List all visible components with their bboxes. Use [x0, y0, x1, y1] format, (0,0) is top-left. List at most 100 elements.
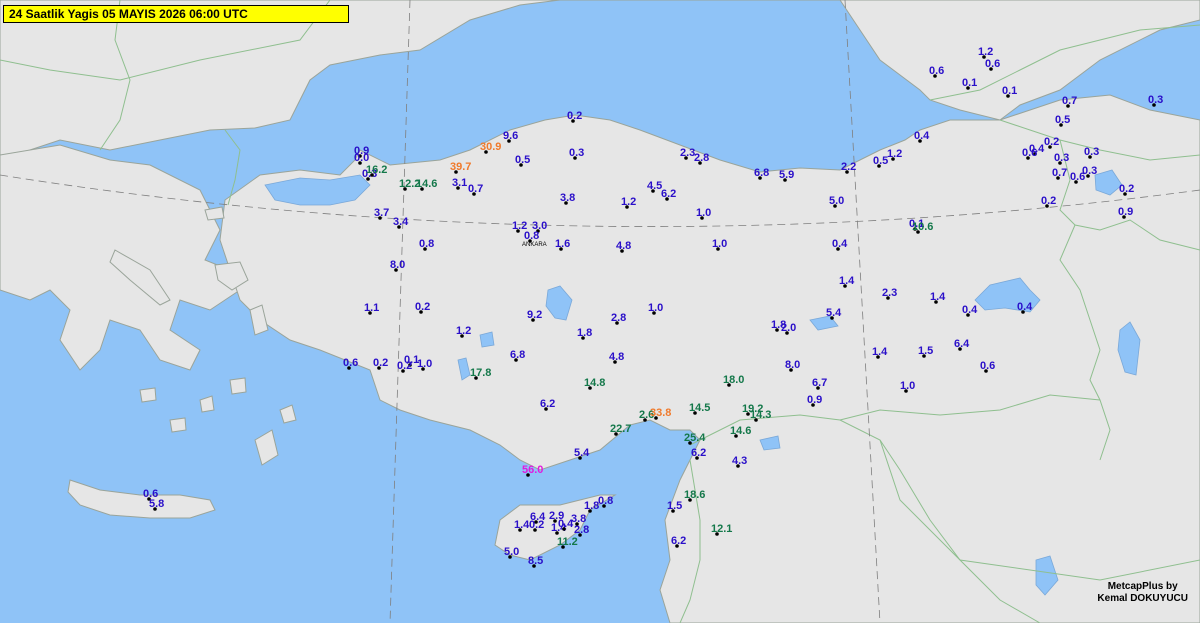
station-value: 6.2	[661, 188, 676, 200]
station-value: 0.0	[354, 152, 369, 164]
station-value: 9.6	[503, 130, 518, 142]
station-value: 14.6	[416, 178, 437, 190]
station-value: 6.4	[954, 338, 970, 350]
station-value: 0.2	[567, 110, 582, 122]
station-96: 14.5	[689, 402, 710, 415]
station-value: 2.0	[781, 322, 796, 334]
station-value: 1.4	[872, 346, 888, 358]
station-80: 0.2	[373, 357, 388, 370]
station-value: 0.2	[415, 301, 430, 313]
station-value: 2.8	[574, 524, 589, 536]
station-value: 1.5	[667, 500, 682, 512]
station-102: 6.2	[691, 447, 706, 460]
station-value: 3.8	[560, 192, 575, 204]
station-value: 2.3	[882, 287, 897, 299]
land-north-black-sea	[0, 0, 561, 161]
station-value: 0.5	[873, 155, 888, 167]
station-64: 0.4	[1017, 301, 1033, 314]
station-19: 0.2	[567, 110, 582, 123]
station-value: 4.8	[609, 351, 624, 363]
station-18: 0.9	[1118, 206, 1133, 219]
station-86: 17.8	[470, 367, 491, 380]
station-34: 0.0	[354, 152, 369, 165]
station-44: 6.2	[661, 188, 676, 201]
station-value: 0.6	[343, 357, 358, 369]
station-value: 0.6	[929, 65, 944, 77]
station-value: 0.2	[373, 357, 388, 369]
station-value: 6.2	[540, 398, 555, 410]
city-label-ankara: ANKARA	[522, 242, 547, 248]
station-23: 0.3	[569, 147, 584, 160]
station-48: 3.4	[393, 216, 409, 229]
station-89: 8.0	[785, 359, 800, 372]
land-island-a	[199, 395, 215, 413]
station-22: 0.5	[515, 154, 530, 167]
station-109: 5.8	[149, 498, 164, 511]
station-value: 0.6	[985, 58, 1000, 70]
station-123: 6.2	[671, 535, 686, 548]
station-26: 2.8	[694, 152, 709, 165]
station-value: 18.0	[723, 374, 744, 386]
station-68: 2.8	[611, 312, 626, 325]
station-25: 2.3	[680, 147, 695, 160]
station-value: 0.1	[962, 77, 977, 89]
station-value: 0.2	[1041, 195, 1056, 207]
station-29: 2.2	[841, 161, 856, 174]
land-island-e	[279, 404, 297, 424]
station-11: 0.6	[1022, 147, 1037, 160]
station-value: 0.1	[1002, 85, 1017, 97]
station-value: 2.8	[694, 152, 709, 164]
station-value: 3.4	[393, 216, 409, 228]
station-77: 6.4	[954, 338, 970, 351]
station-value: 0.7	[468, 183, 483, 195]
station-value: 14.8	[584, 377, 605, 389]
station-112: 1.4	[514, 519, 530, 532]
station-100: 14.6	[730, 425, 751, 438]
station-value: 1.5	[918, 345, 933, 357]
station-124: 12.1	[711, 523, 732, 536]
station-106: 18.6	[684, 489, 705, 502]
station-46: 5.0	[829, 195, 844, 208]
station-31: 1.2	[887, 148, 902, 161]
station-118: 1.8	[584, 500, 599, 513]
station-value: 1.4	[839, 275, 855, 287]
station-value: 0.7	[1062, 95, 1077, 107]
station-value: 4.3	[732, 455, 747, 467]
station-42: 1.2	[621, 196, 636, 209]
station-value: 1.0	[900, 380, 915, 392]
station-84: 6.8	[510, 349, 525, 362]
station-120: 11.2	[557, 536, 578, 549]
station-value: 1.8	[577, 327, 592, 339]
land-rhodes	[254, 429, 279, 466]
station-value: 2.2	[841, 161, 856, 173]
station-value: 14.3	[750, 409, 771, 421]
station-13: 0.7	[1052, 167, 1067, 180]
station-value: 25.4	[684, 432, 706, 444]
station-value: 1.2	[887, 148, 902, 160]
station-2: 0.6	[929, 65, 944, 78]
station-59: 8.0	[390, 259, 405, 272]
station-43: 4.5	[647, 180, 662, 193]
station-83: 1.0	[417, 358, 432, 371]
map-title: 24 Saatlik Yagis 05 MAYIS 2026 06:00 UTC	[3, 5, 349, 23]
station-76: 1.5	[918, 345, 933, 358]
station-113: 0.2	[529, 519, 544, 532]
station-value: 0.3	[1084, 146, 1099, 158]
station-value: 1.2	[621, 196, 636, 208]
station-value: 8.0	[390, 259, 405, 271]
station-87: 14.8	[584, 377, 605, 390]
station-8: 0.3	[1084, 146, 1099, 159]
station-71: 1.8	[577, 327, 592, 340]
station-73: 2.0	[781, 322, 796, 335]
station-value: 14.5	[689, 402, 710, 414]
station-value: 39.7	[450, 161, 471, 173]
station-value: 0.3	[1054, 152, 1069, 164]
station-28: 5.9	[779, 169, 794, 182]
lake-beysehir	[479, 331, 495, 348]
station-90: 6.7	[812, 377, 827, 390]
station-value: 17.8	[470, 367, 491, 379]
station-value: 0.8	[598, 495, 613, 507]
station-value: 0.5	[1055, 114, 1070, 126]
station-value: 6.2	[671, 535, 686, 547]
station-value: 0.6	[1070, 171, 1085, 183]
